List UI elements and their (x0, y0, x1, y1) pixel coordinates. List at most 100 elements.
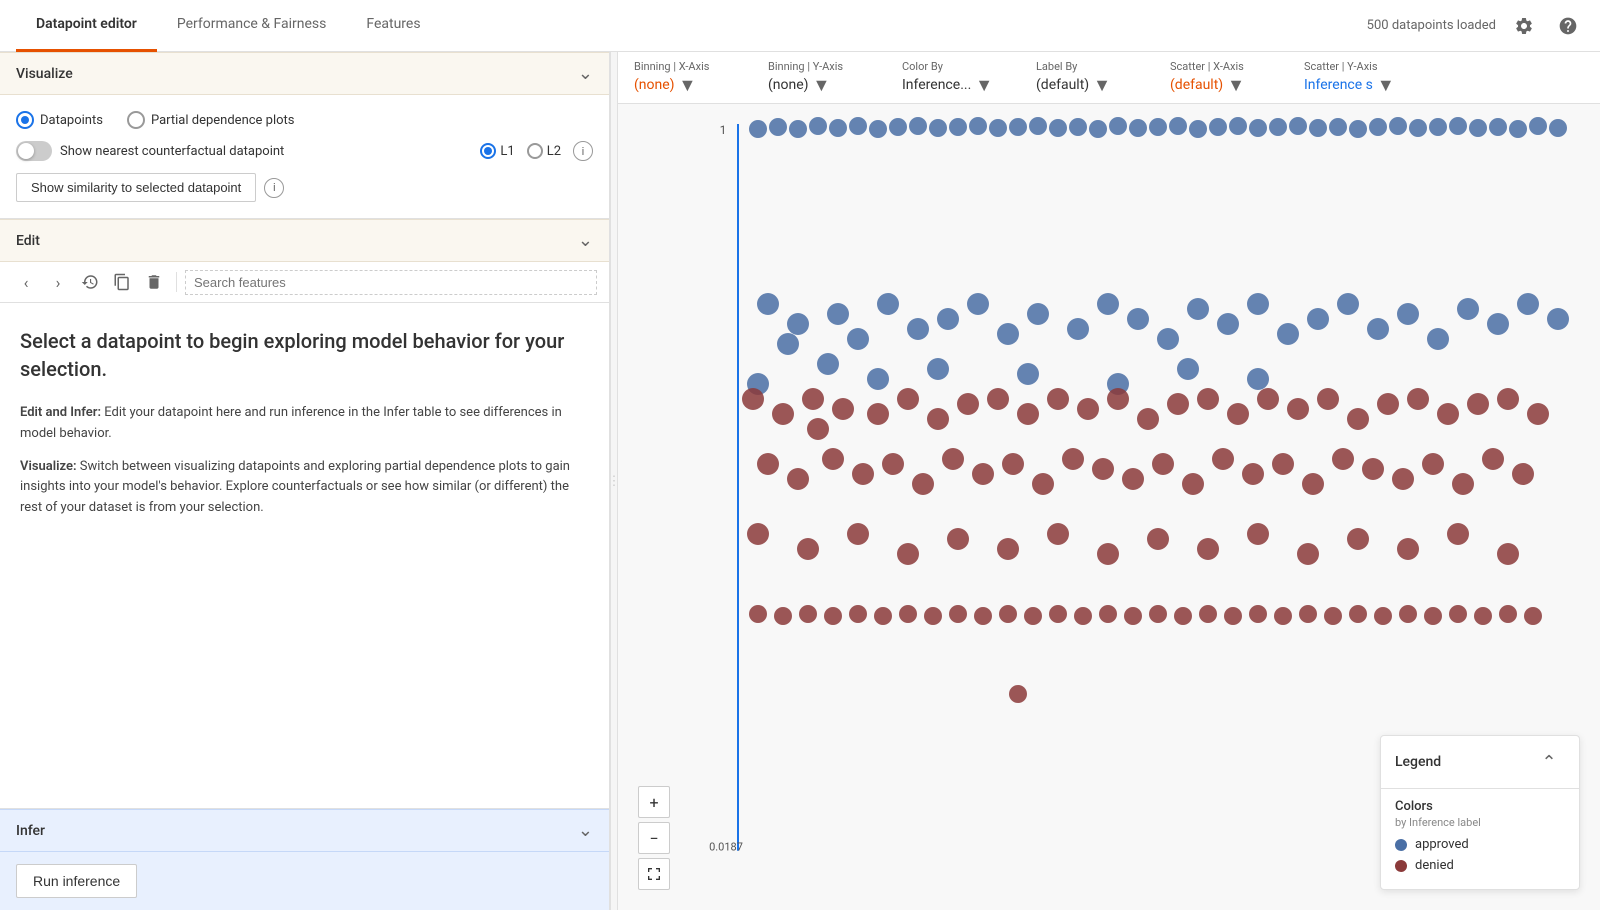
run-inference-button[interactable]: Run inference (16, 864, 137, 898)
infer-section: Infer ⌄ Run inference (0, 808, 609, 910)
datapoints-radio-indicator (16, 111, 34, 129)
partial-dependence-radio-label: Partial dependence plots (151, 113, 295, 128)
edit-chevron-icon: ⌄ (578, 230, 593, 251)
chart-controls: + − (638, 786, 670, 890)
main-content: Visualize ⌄ Datapoints Partial dependenc… (0, 52, 1600, 910)
binning-y-value[interactable]: (none) ▼ (768, 75, 878, 96)
l1-l2-group: L1 L2 i (480, 141, 593, 161)
binning-x-value[interactable]: (none) ▼ (634, 75, 744, 96)
visualize-desc-title: Visualize: (20, 459, 77, 474)
legend-collapse-icon[interactable]: ⌃ (1533, 746, 1565, 778)
edit-toolbar: ‹ › (0, 262, 609, 303)
l2-label: L2 (547, 144, 561, 159)
copy-icon[interactable] (108, 268, 136, 296)
l1-radio-indicator (480, 143, 496, 159)
edit-section-header[interactable]: Edit ⌄ (0, 219, 609, 262)
visualization-type-radio-group: Datapoints Partial dependence plots (16, 111, 593, 129)
legend-item-approved: approved (1395, 837, 1565, 852)
infer-content: Run inference (0, 852, 609, 910)
select-datapoint-message: Select a datapoint to begin exploring mo… (20, 327, 589, 383)
edit-title: Edit (16, 233, 40, 249)
binning-y-arrow-icon: ▼ (813, 75, 831, 96)
legend-denied-label: denied (1415, 858, 1454, 873)
edit-infer-text: Edit your datapoint here and run inferen… (20, 405, 562, 441)
forward-icon[interactable]: › (44, 268, 72, 296)
settings-icon[interactable] (1508, 10, 1540, 42)
legend-colors-title: Colors (1395, 799, 1565, 814)
color-by-control[interactable]: Color By Inference... ▼ (902, 60, 1012, 96)
top-nav: Datapoint editor Performance & Fairness … (0, 0, 1600, 52)
color-by-arrow-icon: ▼ (975, 75, 993, 96)
scatter-x-control[interactable]: Scatter | X-Axis (default) ▼ (1170, 60, 1280, 96)
help-icon[interactable] (1552, 10, 1584, 42)
legend-colors-subtitle: by Inference label (1395, 816, 1565, 829)
legend-approved-label: approved (1415, 837, 1469, 852)
left-panel: Visualize ⌄ Datapoints Partial dependenc… (0, 52, 610, 910)
infer-title: Infer (16, 823, 45, 839)
tab-features[interactable]: Features (346, 0, 440, 52)
similarity-info-icon[interactable]: i (264, 178, 284, 198)
legend-panel: Legend ⌃ Colors by Inference label appro… (1380, 735, 1580, 890)
label-by-control[interactable]: Label By (default) ▼ (1036, 60, 1146, 96)
resize-handle[interactable]: ⋮ (610, 52, 618, 910)
binning-y-control[interactable]: Binning | Y-Axis (none) ▼ (768, 60, 878, 96)
legend-approved-dot (1395, 839, 1407, 851)
tab-datapoint-editor[interactable]: Datapoint editor (16, 0, 157, 52)
tab-performance-fairness[interactable]: Performance & Fairness (157, 0, 347, 52)
l2-radio-indicator (527, 143, 543, 159)
binning-x-arrow-icon: ▼ (679, 75, 697, 96)
svg-text:1: 1 (720, 123, 727, 137)
search-features-input[interactable] (185, 270, 597, 295)
counterfactual-toggle-row: Show nearest counterfactual datapoint L1… (16, 141, 593, 161)
edit-infer-title: Edit and Infer: (20, 405, 101, 420)
scatter-y-label: Scatter | Y-Axis (1304, 60, 1414, 73)
datapoints-radio[interactable]: Datapoints (16, 111, 103, 129)
chart-area: 1 0.0187 (618, 104, 1600, 910)
top-nav-right: 500 datapoints loaded (1367, 10, 1584, 42)
edit-section: Edit ⌄ ‹ › Select a datapoint to be (0, 218, 609, 543)
datapoints-loaded-label: 500 datapoints loaded (1367, 18, 1496, 33)
visualize-section-header[interactable]: Visualize ⌄ (0, 52, 609, 95)
counterfactual-toggle[interactable] (16, 141, 52, 161)
label-by-label: Label By (1036, 60, 1146, 73)
infer-chevron-icon: ⌄ (578, 820, 593, 841)
right-panel: Binning | X-Axis (none) ▼ Binning | Y-Ax… (618, 52, 1600, 910)
visualize-section: Visualize ⌄ Datapoints Partial dependenc… (0, 52, 609, 218)
datapoints-radio-label: Datapoints (40, 113, 103, 128)
zoom-out-button[interactable]: − (638, 822, 670, 854)
color-by-label: Color By (902, 60, 1012, 73)
history-icon[interactable] (76, 268, 104, 296)
visualize-desc-text: Switch between visualizing datapoints an… (20, 459, 570, 516)
binning-x-label: Binning | X-Axis (634, 60, 744, 73)
l1-label: L1 (500, 144, 514, 159)
infer-section-header[interactable]: Infer ⌄ (0, 809, 609, 852)
counterfactual-toggle-label: Show nearest counterfactual datapoint (60, 144, 284, 159)
toolbar-divider (176, 272, 177, 292)
similarity-row: Show similarity to selected datapoint i (16, 173, 593, 202)
visualize-para: Visualize: Switch between visualizing da… (20, 457, 589, 519)
label-by-value[interactable]: (default) ▼ (1036, 75, 1146, 96)
scatter-x-value[interactable]: (default) ▼ (1170, 75, 1280, 96)
partial-dependence-radio[interactable]: Partial dependence plots (127, 111, 295, 129)
visualize-chevron-icon: ⌄ (578, 63, 593, 84)
color-by-value[interactable]: Inference... ▼ (902, 75, 1012, 96)
legend-title: Legend (1395, 754, 1441, 770)
binning-x-control[interactable]: Binning | X-Axis (none) ▼ (634, 60, 744, 96)
delete-icon[interactable] (140, 268, 168, 296)
back-icon[interactable]: ‹ (12, 268, 40, 296)
scatter-y-value[interactable]: Inference s ▼ (1304, 75, 1414, 96)
l-info-icon[interactable]: i (573, 141, 593, 161)
scatter-y-arrow-icon: ▼ (1377, 75, 1395, 96)
svg-text:0.0187: 0.0187 (709, 841, 743, 854)
zoom-in-button[interactable]: + (638, 786, 670, 818)
l1-radio[interactable]: L1 (480, 143, 514, 159)
edit-infer-para: Edit and Infer: Edit your datapoint here… (20, 403, 589, 445)
binning-y-label: Binning | Y-Axis (768, 60, 878, 73)
legend-content: Colors by Inference label approved denie… (1381, 789, 1579, 889)
similarity-button[interactable]: Show similarity to selected datapoint (16, 173, 256, 202)
scatter-y-control[interactable]: Scatter | Y-Axis Inference s ▼ (1304, 60, 1414, 96)
l2-radio[interactable]: L2 (527, 143, 561, 159)
partial-dependence-radio-indicator (127, 111, 145, 129)
visualize-content: Datapoints Partial dependence plots Show… (0, 95, 609, 218)
fit-screen-button[interactable] (638, 858, 670, 890)
